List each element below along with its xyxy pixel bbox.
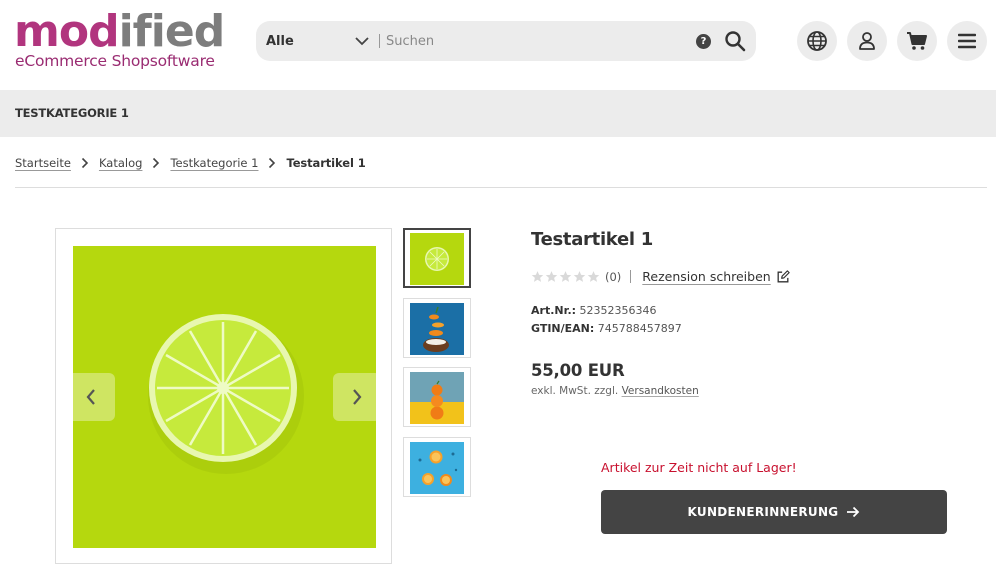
category-link-testkategorie[interactable]: TESTKATEGORIE 1 <box>15 106 129 120</box>
customer-reminder-label: KUNDENERINNERUNG <box>687 505 839 519</box>
chevron-left-icon <box>86 389 95 405</box>
user-icon <box>859 32 875 50</box>
search-divider <box>379 34 380 48</box>
article-number-value: 52352356346 <box>579 304 657 317</box>
product-price: 55,00 EUR <box>531 361 625 380</box>
category-nav: TESTKATEGORIE 1 <box>0 90 996 137</box>
gtin-number: GTIN/EAN: 745788457897 <box>531 322 682 335</box>
star-icon <box>573 271 586 282</box>
rating-count: (0) <box>605 269 622 284</box>
shipping-costs-link[interactable]: Versandkosten <box>622 385 699 397</box>
stock-status: Artikel zur Zeit nicht auf Lager! <box>601 460 797 475</box>
thumbnail-image <box>410 372 464 424</box>
thumbnail-lime[interactable] <box>403 228 471 288</box>
chevron-down-icon[interactable] <box>354 33 370 49</box>
article-number: Art.Nr.: 52352356346 <box>531 304 657 317</box>
product-title: Testartikel 1 <box>531 229 653 250</box>
logo-text-ified: ified <box>118 6 226 57</box>
customer-reminder-button[interactable]: KUNDENERINNERUNG <box>601 490 947 534</box>
chevron-right-icon <box>353 389 362 405</box>
breadcrumb-link-testkategorie[interactable]: Testkategorie 1 <box>170 156 258 170</box>
thumbnail-image <box>410 442 464 494</box>
chevron-right-icon <box>142 156 170 170</box>
star-icon <box>545 271 558 282</box>
cart-button[interactable] <box>897 21 937 61</box>
gtin-label: GTIN/EAN: <box>531 322 595 335</box>
write-review-link[interactable]: Rezension schreiben <box>642 269 770 284</box>
breadcrumb: Startseite Katalog Testkategorie 1 Testa… <box>15 154 366 172</box>
gtin-value: 745788457897 <box>597 322 682 335</box>
thumbnail-orange-stack[interactable] <box>403 367 471 427</box>
breadcrumb-current: Testartikel 1 <box>286 156 366 170</box>
rating-stars <box>531 270 600 283</box>
breadcrumb-link-katalog[interactable]: Katalog <box>99 156 142 170</box>
gallery-next-button[interactable] <box>333 373 381 421</box>
search-icon[interactable] <box>724 30 746 52</box>
article-number-label: Art.Nr.: <box>531 304 577 317</box>
edit-icon[interactable] <box>776 269 790 284</box>
menu-button[interactable] <box>947 21 987 61</box>
arrow-right-icon <box>847 506 860 518</box>
account-button[interactable] <box>847 21 887 61</box>
search-bar: Alle ? <box>256 21 756 61</box>
globe-icon <box>807 31 827 51</box>
logo-text-mod: mod <box>14 6 120 57</box>
tax-note: exkl. MwSt. zzgl. <box>531 385 619 397</box>
divider <box>15 187 987 188</box>
product-image-frame <box>55 228 392 564</box>
thumbnail-orange-coconut[interactable] <box>403 298 471 358</box>
chevron-right-icon <box>71 156 99 170</box>
thumbnail-image <box>410 303 464 355</box>
menu-icon <box>958 33 976 49</box>
breadcrumb-link-startseite[interactable]: Startseite <box>15 156 71 170</box>
search-input[interactable] <box>386 31 686 51</box>
chevron-right-icon <box>258 156 286 170</box>
thumbnail-image <box>410 233 464 285</box>
search-category-select[interactable]: Alle <box>266 34 294 49</box>
language-button[interactable] <box>797 21 837 61</box>
logo-wordmark: modified <box>14 10 225 54</box>
product-image-lime[interactable] <box>73 246 376 548</box>
star-icon <box>559 271 572 282</box>
logo-tagline: eCommerce Shopsoftware <box>15 52 215 70</box>
logo[interactable]: modified eCommerce Shopsoftware <box>14 10 225 71</box>
star-icon <box>587 271 600 282</box>
thumbnail-oranges-blue[interactable] <box>403 437 471 497</box>
help-icon[interactable]: ? <box>696 34 711 49</box>
rating-separator <box>630 270 632 283</box>
price-note: exkl. MwSt. zzgl. Versandkosten <box>531 385 699 397</box>
star-icon <box>531 271 544 282</box>
gallery-prev-button[interactable] <box>67 373 115 421</box>
cart-icon <box>907 32 927 50</box>
product-rating: (0) Rezension schreiben <box>531 269 790 284</box>
